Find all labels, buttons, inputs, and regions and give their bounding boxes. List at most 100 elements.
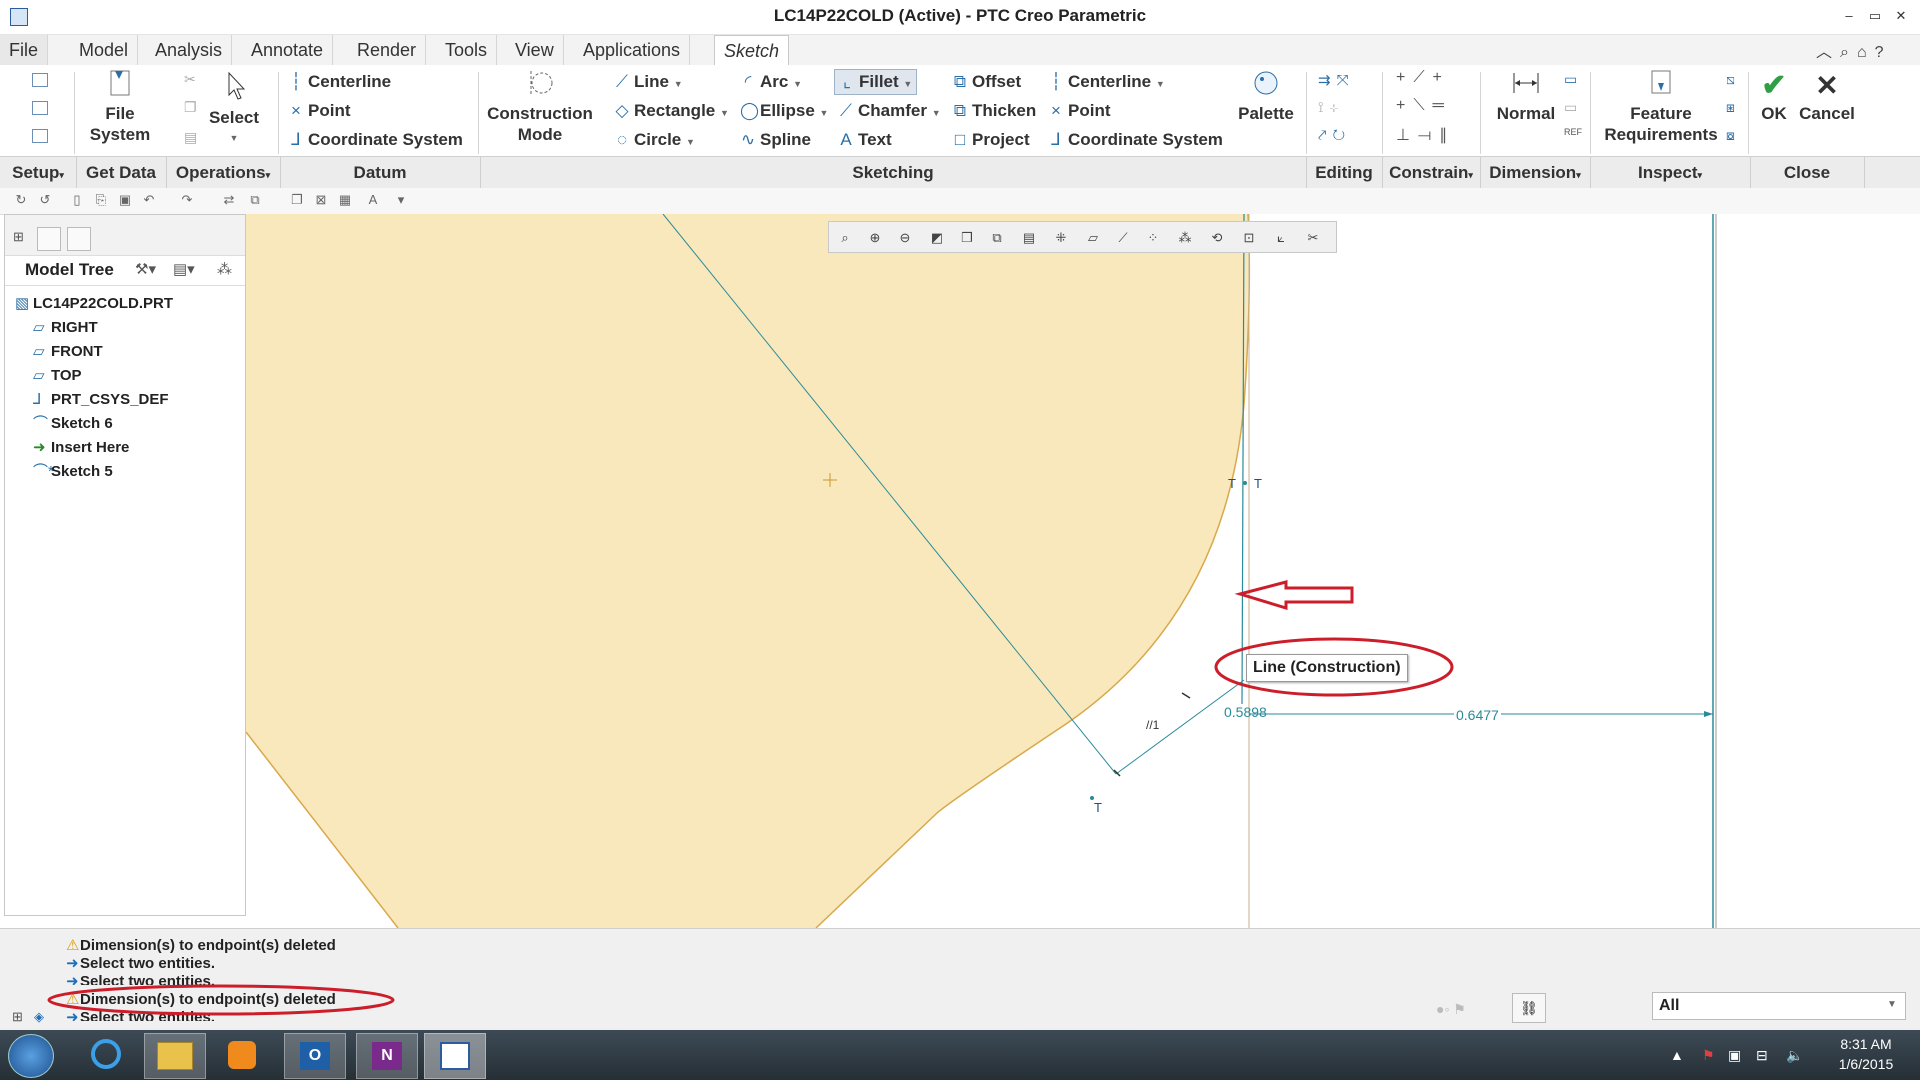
regenerate-icon[interactable]: ↻ <box>14 193 28 207</box>
zoom-in-icon[interactable]: ⊕ <box>863 226 887 250</box>
replace-icon[interactable]: ⇄ <box>222 193 236 207</box>
group-setup[interactable]: Setup▾ <box>0 157 77 188</box>
folder-browser-tab[interactable] <box>37 227 61 251</box>
close-window-icon[interactable]: ⊠ <box>314 193 328 207</box>
construction-mode-button[interactable]: Construction Mode <box>482 69 598 145</box>
close-window-button[interactable]: ✕ <box>1890 6 1912 26</box>
sketcher-display-icon[interactable]: ✂ <box>1301 226 1325 250</box>
redo-icon[interactable]: ↷ <box>180 193 194 207</box>
action-center-icon[interactable]: ⚑ <box>1702 1047 1715 1064</box>
axis-display-icon[interactable]: ⟋ <box>1111 226 1135 250</box>
search-icon[interactable]: ⌕ <box>1840 44 1857 61</box>
customize-dropdown-icon[interactable]: ▾ <box>394 193 408 207</box>
constrain-row-1[interactable]: +⟋+ <box>1396 69 1450 87</box>
file-system-button[interactable]: File System <box>78 69 162 145</box>
rotate-resize-icon[interactable]: ⤤↻ <box>1318 127 1351 144</box>
find-icon[interactable]: ⛓ <box>1512 993 1546 1023</box>
maximize-button[interactable]: ▭ <box>1864 6 1886 26</box>
datum-point-button[interactable]: × Point <box>288 101 350 121</box>
home-icon[interactable]: ⌂ <box>1857 44 1875 61</box>
group-constrain[interactable]: Constrain▾ <box>1382 157 1481 188</box>
tree-item-top[interactable]: ▱ TOP <box>33 365 82 387</box>
line-button[interactable]: ⟋ Line ▼ <box>614 72 683 92</box>
offset-button[interactable]: ⧉ Offset <box>952 72 1021 92</box>
navigator-toggle-icon[interactable]: ⊞ <box>12 1009 23 1025</box>
minimize-button[interactable]: – <box>1838 6 1860 26</box>
tree-item-sketch-5[interactable]: ⌒*Sketch 5 <box>33 461 113 483</box>
group-get-data[interactable]: Get Data <box>76 157 167 188</box>
baseline-icon[interactable]: ▭ <box>1564 71 1577 88</box>
modify-icon[interactable]: ⇉⤧ <box>1318 71 1355 89</box>
select-dropdown-icon[interactable]: ▼ <box>198 128 270 149</box>
palette-button[interactable]: Palette <box>1226 69 1306 124</box>
datum-display-icon[interactable]: ⁜ <box>1049 226 1073 250</box>
group-operations[interactable]: Operations▾ <box>166 157 281 188</box>
new-file-icon[interactable]: ▯ <box>70 193 84 207</box>
sketch-coordinate-system-button[interactable]: ⅃ Coordinate System <box>1048 130 1223 150</box>
reference-dim-icon[interactable]: REF <box>1564 127 1582 137</box>
tree-item-part[interactable]: ▧ LC14P22COLD.PRT <box>15 293 173 315</box>
tree-item-front[interactable]: ▱ FRONT <box>33 341 103 363</box>
tab-sketch[interactable]: Sketch <box>714 35 790 68</box>
tab-view[interactable]: View <box>506 35 564 65</box>
constrain-row-3[interactable]: ⊥⟞∥ <box>1396 125 1455 145</box>
arc-button[interactable]: ◜ Arc ▼ <box>740 72 802 92</box>
tab-model[interactable]: Model <box>70 35 139 65</box>
help-icon[interactable]: ? <box>1875 44 1892 61</box>
plane-display-icon[interactable]: ▱ <box>1081 226 1105 250</box>
sketch-canvas[interactable] <box>246 214 1920 928</box>
overlapping-geometry-icon[interactable]: ⧅ <box>1726 71 1735 88</box>
tab-applications[interactable]: Applications <box>574 35 691 65</box>
repaint-icon[interactable]: ◩ <box>925 226 949 250</box>
circle-button[interactable]: ◌ Circle ▼ <box>614 130 695 150</box>
group-dimension[interactable]: Dimension▾ <box>1480 157 1591 188</box>
selection-filter-dropdown[interactable]: All ▼ <box>1652 992 1906 1020</box>
windows-icon[interactable]: ⧉ <box>248 193 262 207</box>
tab-file[interactable]: File <box>0 35 49 65</box>
start-button[interactable] <box>8 1034 54 1078</box>
regenerate-options-icon[interactable]: ↺ <box>38 193 52 207</box>
network-icon[interactable]: ⊟ <box>1756 1047 1768 1064</box>
fillet-button[interactable]: ⌞ Fillet ▼ <box>834 69 918 95</box>
datum-centerline-button[interactable]: ┆ Centerline <box>288 72 391 92</box>
text-button[interactable]: A Text <box>838 130 891 150</box>
tab-tools[interactable]: Tools <box>436 35 498 65</box>
tree-filter-icon[interactable]: ⁂ <box>217 260 232 278</box>
perimeter-icon[interactable]: ▭ <box>1564 99 1577 116</box>
select-button[interactable]: Select ▼ <box>198 71 270 149</box>
taskbar-onenote[interactable]: N <box>356 1033 418 1079</box>
dimension-value-1[interactable]: 0.5898 <box>1224 704 1267 720</box>
spline-button[interactable]: ∿ Spline <box>740 130 811 150</box>
datum-coordinate-system-button[interactable]: ⅃ Coordinate System <box>288 130 463 150</box>
taskbar-creo[interactable] <box>424 1033 486 1079</box>
favorites-tab[interactable] <box>67 227 91 251</box>
taskbar-media-player[interactable] <box>212 1033 272 1077</box>
display-style-icon[interactable]: ❒ <box>955 226 979 250</box>
annotation-display-icon[interactable]: ⊡ <box>1237 226 1261 250</box>
tree-columns-icon[interactable]: ▤▾ <box>173 260 195 278</box>
show-hidden-icons[interactable]: ▲ <box>1670 1047 1684 1063</box>
rectangle-button[interactable]: ◇ Rectangle ▼ <box>614 101 728 121</box>
tab-analysis[interactable]: Analysis <box>146 35 233 65</box>
project-button[interactable]: □ Project <box>952 130 1030 150</box>
collapse-ribbon-icon[interactable]: ︿ <box>1816 44 1840 61</box>
feature-requirements-button[interactable]: Feature Requirements <box>1596 69 1726 145</box>
taskbar-ie[interactable] <box>76 1033 136 1077</box>
chamfer-button[interactable]: ⟋ Chamfer ▼ <box>838 101 941 121</box>
annotation-icon[interactable]: A <box>366 193 380 207</box>
point-display-icon[interactable]: ⁘ <box>1141 226 1165 250</box>
volume-icon[interactable]: 🔈 <box>1786 1047 1803 1064</box>
clock[interactable]: 8:31 AM 1/6/2015 <box>1818 1034 1914 1074</box>
constrain-row-2[interactable]: +⟍═ <box>1396 97 1452 115</box>
shade-closed-loops-icon[interactable]: ⧇ <box>1726 127 1735 144</box>
group-inspect[interactable]: Inspect▾ <box>1590 157 1751 188</box>
divide-icon[interactable]: ⟟⊹ <box>1318 99 1344 116</box>
tree-item-csys[interactable]: ⅃ PRT_CSYS_DEF <box>33 389 169 411</box>
highlight-open-ends-icon[interactable]: ⧆ <box>1726 99 1735 116</box>
spin-center-icon[interactable]: ⟲ <box>1205 226 1229 250</box>
refit-icon[interactable]: ⌕ <box>833 226 857 250</box>
thicken-button[interactable]: ⧉ Thicken <box>952 101 1036 121</box>
display-icon[interactable]: ▦ <box>338 193 352 207</box>
sketch-point-button[interactable]: × Point <box>1048 101 1110 121</box>
copy-window-icon[interactable]: ❐ <box>290 193 304 207</box>
